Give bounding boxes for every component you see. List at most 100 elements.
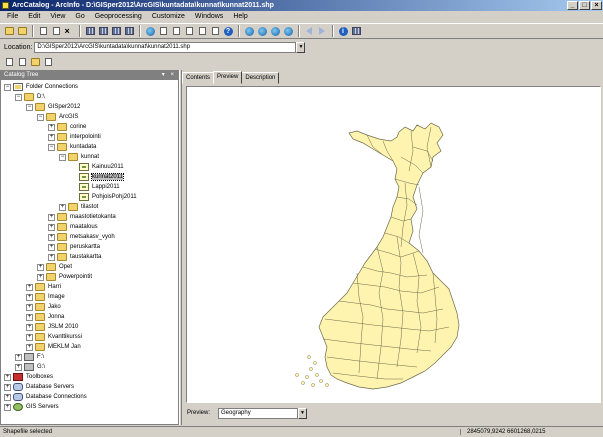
expand-toggle[interactable]: +: [26, 283, 33, 291]
catalog-window-button[interactable]: [157, 25, 169, 37]
menu-windows[interactable]: Windows: [190, 11, 228, 23]
preview-mode-select[interactable]: Geography: [218, 407, 299, 419]
copy-button[interactable]: [37, 25, 49, 37]
forward-button[interactable]: [316, 25, 328, 37]
large-icons-button[interactable]: [84, 25, 96, 37]
zoom-out-button[interactable]: [256, 25, 268, 37]
tree-item[interactable]: + peruskartta: [48, 242, 100, 252]
expand-toggle[interactable]: +: [26, 343, 33, 351]
pin-icon[interactable]: ▾: [162, 72, 167, 78]
tree-item[interactable]: + corine: [48, 122, 86, 132]
tree-item[interactable]: + maastotietokanta: [48, 212, 116, 222]
collapse-toggle[interactable]: −: [4, 83, 11, 91]
expand-toggle[interactable]: +: [26, 333, 33, 341]
python-window-button[interactable]: [196, 25, 208, 37]
tree-item[interactable]: + Toolboxes: [4, 372, 53, 382]
tree-item[interactable]: + Image: [26, 292, 65, 302]
expand-toggle[interactable]: +: [4, 403, 11, 411]
thumbnails-button[interactable]: [123, 25, 135, 37]
expand-toggle[interactable]: +: [59, 203, 66, 211]
tree-item[interactable]: − kuntadata: [48, 142, 96, 152]
expand-toggle[interactable]: +: [37, 263, 44, 271]
tab-preview[interactable]: Preview: [213, 71, 243, 84]
location-input[interactable]: D:\GISper2012\ArcGIS\kuntadata\kunnat\ku…: [34, 41, 297, 53]
import-metadata-button[interactable]: [29, 56, 41, 68]
collapse-toggle[interactable]: −: [59, 153, 66, 161]
expand-toggle[interactable]: +: [26, 303, 33, 311]
collapse-toggle[interactable]: −: [26, 103, 33, 111]
details-button[interactable]: [110, 25, 122, 37]
tree-item[interactable]: + Database Servers: [4, 382, 74, 392]
search-window-button[interactable]: [170, 25, 182, 37]
close-button[interactable]: ×: [591, 1, 602, 10]
minimize-button[interactable]: _: [567, 1, 578, 10]
pan-button[interactable]: [269, 25, 281, 37]
collapse-toggle[interactable]: −: [48, 143, 55, 151]
expand-toggle[interactable]: +: [15, 363, 22, 371]
tree-item[interactable]: + Jonna: [26, 312, 64, 322]
expand-toggle[interactable]: +: [48, 133, 55, 141]
menu-go[interactable]: Go: [70, 11, 89, 23]
close-panel-icon[interactable]: ×: [170, 72, 176, 78]
tree-item[interactable]: PohjoisPohj2011: [70, 192, 137, 202]
delete-button[interactable]: ×: [63, 25, 75, 37]
expand-toggle[interactable]: +: [15, 353, 22, 361]
menu-geoprocessing[interactable]: Geoprocessing: [90, 11, 147, 23]
zoom-in-button[interactable]: [243, 25, 255, 37]
expand-toggle[interactable]: +: [48, 223, 55, 231]
menu-customize[interactable]: Customize: [147, 11, 190, 23]
expand-toggle[interactable]: +: [4, 383, 11, 391]
preview-mode-dropdown-button[interactable]: ▼: [298, 407, 308, 419]
geography-preview[interactable]: [186, 86, 601, 403]
collapse-toggle[interactable]: −: [15, 93, 22, 101]
tree-item[interactable]: + Harri: [26, 282, 61, 292]
tree-item[interactable]: + Jako: [26, 302, 61, 312]
tree-item[interactable]: + JSLM 2010: [26, 322, 78, 332]
tree-item[interactable]: − ArcGIS: [37, 112, 78, 122]
expand-toggle[interactable]: +: [48, 123, 55, 131]
menu-help[interactable]: Help: [228, 11, 252, 23]
menu-edit[interactable]: Edit: [23, 11, 45, 23]
collapse-toggle[interactable]: −: [37, 113, 44, 121]
expand-toggle[interactable]: +: [26, 293, 33, 301]
back-button[interactable]: [303, 25, 315, 37]
expand-toggle[interactable]: +: [4, 393, 11, 401]
tree-item[interactable]: + F:\: [15, 352, 44, 362]
tree-item[interactable]: + taustakartta: [48, 252, 101, 262]
expand-toggle[interactable]: +: [48, 243, 55, 251]
create-thumbnail-button[interactable]: [350, 25, 362, 37]
tab-description[interactable]: Description: [241, 72, 280, 84]
location-dropdown-button[interactable]: ▼: [296, 41, 306, 53]
list-button[interactable]: [97, 25, 109, 37]
arctoolbox-button[interactable]: [183, 25, 195, 37]
tree-item[interactable]: + Powerpointit: [37, 272, 92, 282]
tree-item[interactable]: + MEKLM Jan: [26, 342, 81, 352]
tree-item[interactable]: + G:\: [15, 362, 45, 372]
tree-item[interactable]: + Kvanttikurssi: [26, 332, 82, 342]
edit-metadata-button[interactable]: [3, 56, 15, 68]
full-extent-button[interactable]: [282, 25, 294, 37]
expand-toggle[interactable]: +: [48, 213, 55, 221]
tab-contents[interactable]: Contents: [182, 72, 215, 84]
tree-item[interactable]: + metsakasv_vyoh: [48, 232, 115, 242]
tree-item[interactable]: + Database Connections: [4, 392, 87, 402]
paste-button[interactable]: [50, 25, 62, 37]
tree-item[interactable]: Kainuu2011: [70, 162, 124, 172]
maximize-button[interactable]: □: [579, 1, 590, 10]
tree-item[interactable]: + interpolointi: [48, 132, 101, 142]
expand-toggle[interactable]: +: [26, 323, 33, 331]
tree-item[interactable]: + Opet: [37, 262, 72, 272]
tree-item[interactable]: + maatalous: [48, 222, 98, 232]
validate-metadata-button[interactable]: [16, 56, 28, 68]
expand-toggle[interactable]: +: [48, 233, 55, 241]
tree-item[interactable]: kunnat2011: [70, 172, 124, 182]
expand-toggle[interactable]: +: [4, 373, 11, 381]
menu-view[interactable]: View: [45, 11, 70, 23]
tree-item[interactable]: − GISper2012: [26, 102, 80, 112]
tree-item[interactable]: − Folder Connections: [4, 82, 78, 92]
menu-file[interactable]: File: [2, 11, 23, 23]
launch-arcmap-button[interactable]: [144, 25, 156, 37]
connect-folder-button[interactable]: [16, 25, 28, 37]
expand-toggle[interactable]: +: [37, 273, 44, 281]
up-one-level-button[interactable]: [3, 25, 15, 37]
